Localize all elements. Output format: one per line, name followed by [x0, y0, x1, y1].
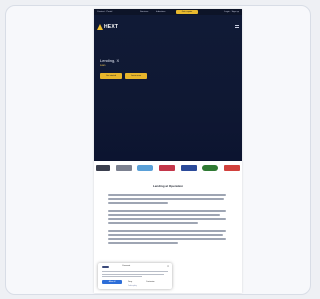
paragraph-line: [108, 210, 226, 212]
cookie-text-line: [102, 276, 142, 278]
paragraph-line: [108, 218, 226, 220]
cookie-consent-dialog: Consent ✕ Allow all Deny Customize Cooki…: [98, 263, 172, 289]
paragraph-line: [108, 202, 168, 204]
paragraph-line: [108, 234, 223, 236]
screenshot-card: Contact · Portal Services Industries Get…: [5, 5, 311, 295]
cookie-customize-button[interactable]: Customize: [146, 280, 155, 284]
cookie-text-line: [102, 273, 164, 275]
topbar-left-links[interactable]: Contact · Portal: [97, 11, 112, 13]
brand-logo: [137, 165, 154, 171]
brand-logo: [115, 165, 132, 171]
brand-logo: [96, 165, 110, 171]
close-icon[interactable]: ✕: [167, 265, 169, 268]
hero-secondary-button[interactable]: Learn more: [125, 73, 147, 79]
cookie-dialog-title: Consent: [122, 265, 131, 267]
logo-wordmark: HEXT: [104, 23, 119, 30]
webpage-screenshot: Contact · Portal Services Industries Get…: [94, 9, 242, 293]
hero-title: Lending, X: [100, 58, 120, 63]
logo-mark-icon: [97, 23, 103, 30]
cookie-text-line: [102, 271, 168, 273]
site-logo[interactable]: HEXT: [97, 23, 118, 30]
topbar-quote-button[interactable]: Get a quote: [176, 10, 198, 14]
hero-subtitle: Loan: [100, 64, 106, 67]
brand-logo: [158, 165, 175, 171]
paragraph-line: [108, 242, 178, 244]
cookie-deny-button[interactable]: Deny: [128, 280, 132, 284]
topbar-login-links[interactable]: Login · Sign up: [224, 11, 239, 13]
cookie-accept-button[interactable]: Allow all: [102, 280, 122, 284]
paragraph-line: [108, 222, 198, 224]
hero-section: HEXT Lending, X Loan Get started Learn m…: [94, 15, 242, 161]
topbar-link-industries[interactable]: Industries: [156, 11, 165, 13]
paragraph-line: [108, 214, 220, 216]
brand-logo: [202, 165, 219, 171]
section-heading: Lending at Operation: [152, 184, 184, 188]
paragraph-line: [108, 198, 224, 200]
hamburger-menu-icon[interactable]: [235, 25, 239, 28]
brand-logo: [223, 165, 240, 171]
topbar-link-services[interactable]: Services: [140, 11, 148, 13]
paragraph-line: [108, 230, 226, 232]
brand-logo-strip: [94, 161, 242, 175]
cookie-brand-logo: [102, 266, 109, 268]
paragraph-line: [108, 194, 226, 196]
brand-logo: [180, 165, 197, 171]
paragraph-line: [108, 238, 226, 240]
hero-primary-button[interactable]: Get started: [100, 73, 122, 79]
cookie-policy-link[interactable]: Cookie policy: [128, 286, 137, 287]
